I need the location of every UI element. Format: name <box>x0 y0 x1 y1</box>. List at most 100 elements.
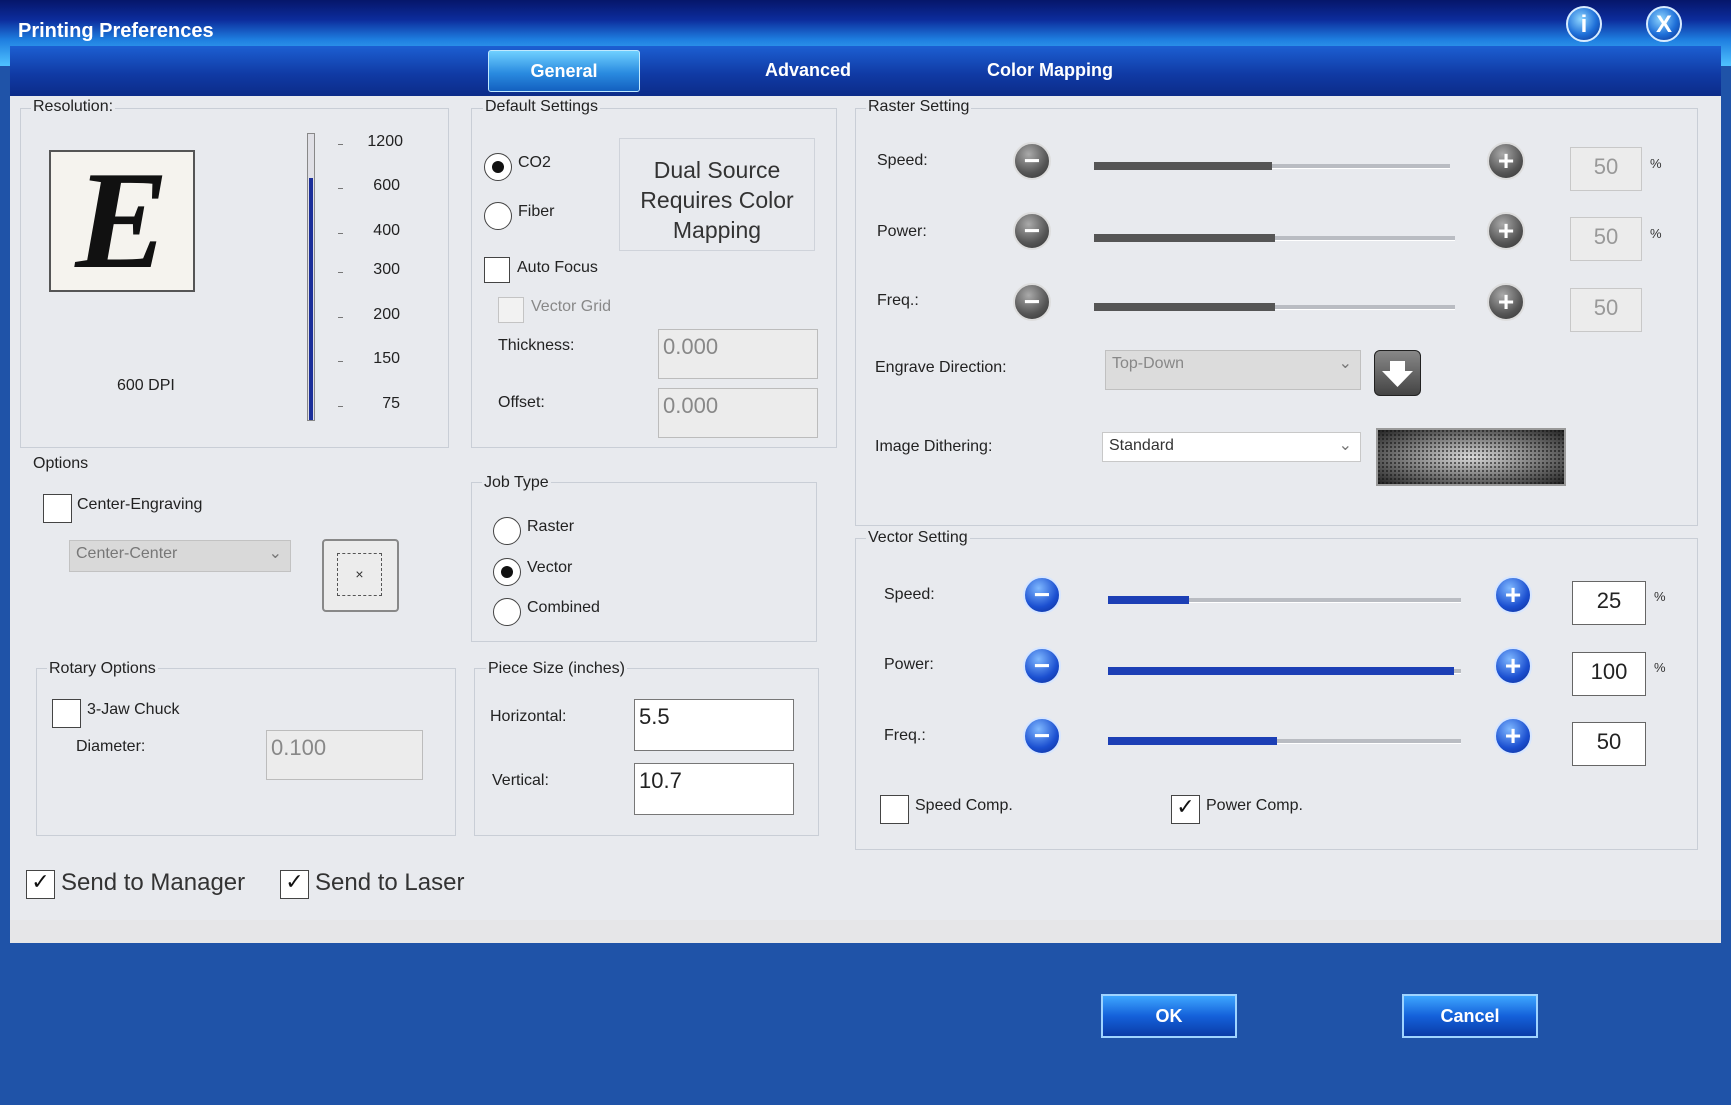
offset-label: Offset: <box>498 394 545 411</box>
image-dithering-label: Image Dithering: <box>875 438 993 455</box>
raster-radio[interactable] <box>493 517 521 545</box>
tick-mark <box>338 233 343 234</box>
center-position-icon[interactable]: × <box>322 539 399 612</box>
resolution-tick-300[interactable]: 300 <box>340 261 400 279</box>
tab-general[interactable]: General <box>488 50 640 92</box>
vertical-field[interactable]: 10.7 <box>634 763 794 815</box>
tick-mark <box>338 188 343 189</box>
raster-freq-slider-fill <box>1094 303 1275 311</box>
vector-power-unit: % <box>1654 660 1666 675</box>
engrave-direction-label: Engrave Direction: <box>875 359 1007 376</box>
raster-power-minus-button[interactable]: − <box>1013 212 1051 250</box>
diameter-field[interactable]: 0.100 <box>266 730 423 780</box>
raster-freq-slider[interactable] <box>1094 303 1455 311</box>
piece-size-label: Piece Size (inches) <box>486 660 627 678</box>
diameter-label: Diameter: <box>76 738 146 755</box>
raster-freq-label: Freq.: <box>877 292 919 309</box>
speed-comp-checkbox[interactable] <box>880 795 909 824</box>
chevron-down-icon: ⌄ <box>1338 437 1352 454</box>
thickness-field[interactable]: 0.000 <box>658 329 818 379</box>
ok-button[interactable]: OK <box>1101 994 1237 1038</box>
raster-speed-unit: % <box>1650 156 1662 171</box>
cancel-button[interactable]: Cancel <box>1402 994 1538 1038</box>
vertical-label: Vertical: <box>492 772 549 789</box>
center-engraving-checkbox[interactable] <box>43 494 72 523</box>
vector-grid-checkbox[interactable] <box>498 297 524 323</box>
vector-grid-label: Vector Grid <box>531 298 612 315</box>
send-to-manager-checkbox[interactable]: ✓ <box>26 870 55 899</box>
vector-freq-slider-fill <box>1108 737 1278 745</box>
resolution-tick-400[interactable]: 400 <box>340 222 400 240</box>
power-comp-checkbox[interactable]: ✓ <box>1171 795 1200 824</box>
thickness-label: Thickness: <box>498 337 575 354</box>
close-icon[interactable]: X <box>1646 6 1682 42</box>
jaw-chuck-checkbox[interactable] <box>52 699 81 728</box>
raster-power-label: Power: <box>877 223 927 240</box>
tick-mark <box>338 406 343 407</box>
raster-freq-value[interactable]: 50 <box>1570 288 1642 332</box>
vector-power-value[interactable]: 100 <box>1572 652 1646 696</box>
resolution-slider[interactable] <box>307 133 315 421</box>
rotary-options-label: Rotary Options <box>47 660 158 678</box>
horizontal-field[interactable]: 5.5 <box>634 699 794 751</box>
send-to-laser-checkbox[interactable]: ✓ <box>280 870 309 899</box>
chevron-down-icon: ⌄ <box>1338 355 1352 372</box>
resolution-preview-letter: E <box>75 143 169 298</box>
default-settings-label: Default Settings <box>483 98 600 116</box>
raster-power-plus-button[interactable]: + <box>1487 212 1525 250</box>
resolution-tick-200[interactable]: 200 <box>340 306 400 324</box>
combined-radio[interactable] <box>493 598 521 626</box>
info-icon[interactable]: i <box>1566 6 1602 42</box>
vector-speed-slider[interactable] <box>1108 596 1461 604</box>
engrave-direction-select[interactable]: Top-Down ⌄ <box>1105 350 1361 390</box>
vector-speed-value[interactable]: 25 <box>1572 581 1646 625</box>
vector-speed-unit: % <box>1654 589 1666 604</box>
center-position-select[interactable]: Center-Center ⌄ <box>69 540 291 572</box>
dithering-pattern <box>1378 430 1564 484</box>
raster-power-slider[interactable] <box>1094 234 1455 242</box>
raster-speed-plus-button[interactable]: + <box>1487 142 1525 180</box>
vector-speed-plus-button[interactable]: + <box>1494 576 1532 614</box>
vector-freq-slider[interactable] <box>1108 737 1461 745</box>
vector-speed-minus-button[interactable]: − <box>1023 576 1061 614</box>
resolution-tick-75[interactable]: 75 <box>340 395 400 413</box>
raster-freq-minus-button[interactable]: − <box>1013 283 1051 321</box>
resolution-preview: E <box>49 146 195 296</box>
tab-color-mapping[interactable]: Color Mapping <box>975 50 1125 92</box>
engrave-direction-icon[interactable] <box>1374 350 1421 396</box>
vector-freq-value[interactable]: 50 <box>1572 722 1646 766</box>
co2-radio[interactable] <box>484 153 512 181</box>
raster-label: Raster <box>527 518 575 535</box>
vector-power-slider[interactable] <box>1108 667 1461 675</box>
tab-advanced[interactable]: Advanced <box>735 50 881 92</box>
raster-power-unit: % <box>1650 226 1662 241</box>
raster-speed-value[interactable]: 50 <box>1570 147 1642 191</box>
image-dithering-select[interactable]: Standard ⌄ <box>1102 432 1361 462</box>
dithering-preview <box>1376 428 1566 486</box>
resolution-tick-600[interactable]: 600 <box>340 177 400 195</box>
fiber-radio[interactable] <box>484 202 512 230</box>
raster-speed-slider[interactable] <box>1094 162 1450 170</box>
send-to-laser-label: Send to Laser <box>315 869 465 896</box>
tick-mark <box>338 272 343 273</box>
auto-focus-checkbox[interactable] <box>484 257 510 283</box>
raster-speed-minus-button[interactable]: − <box>1013 142 1051 180</box>
options-label: Options <box>31 455 91 473</box>
raster-power-value[interactable]: 50 <box>1570 217 1642 261</box>
raster-freq-plus-button[interactable]: + <box>1487 283 1525 321</box>
vector-freq-plus-button[interactable]: + <box>1494 717 1532 755</box>
resolution-label: Resolution: <box>31 98 116 116</box>
resolution-tick-150[interactable]: 150 <box>340 350 400 368</box>
auto-focus-label: Auto Focus <box>517 259 598 276</box>
offset-field[interactable]: 0.000 <box>658 388 818 438</box>
raster-speed-label: Speed: <box>877 152 928 169</box>
job-type-label: Job Type <box>482 474 551 492</box>
job-type-group <box>471 482 817 642</box>
send-to-manager-label: Send to Manager <box>61 869 246 896</box>
vector-radio[interactable] <box>493 558 521 586</box>
vector-power-minus-button[interactable]: − <box>1023 647 1061 685</box>
vector-freq-minus-button[interactable]: − <box>1023 717 1061 755</box>
vector-power-label: Power: <box>884 656 934 673</box>
vector-power-plus-button[interactable]: + <box>1494 647 1532 685</box>
resolution-tick-1200[interactable]: 1200 <box>343 133 403 151</box>
